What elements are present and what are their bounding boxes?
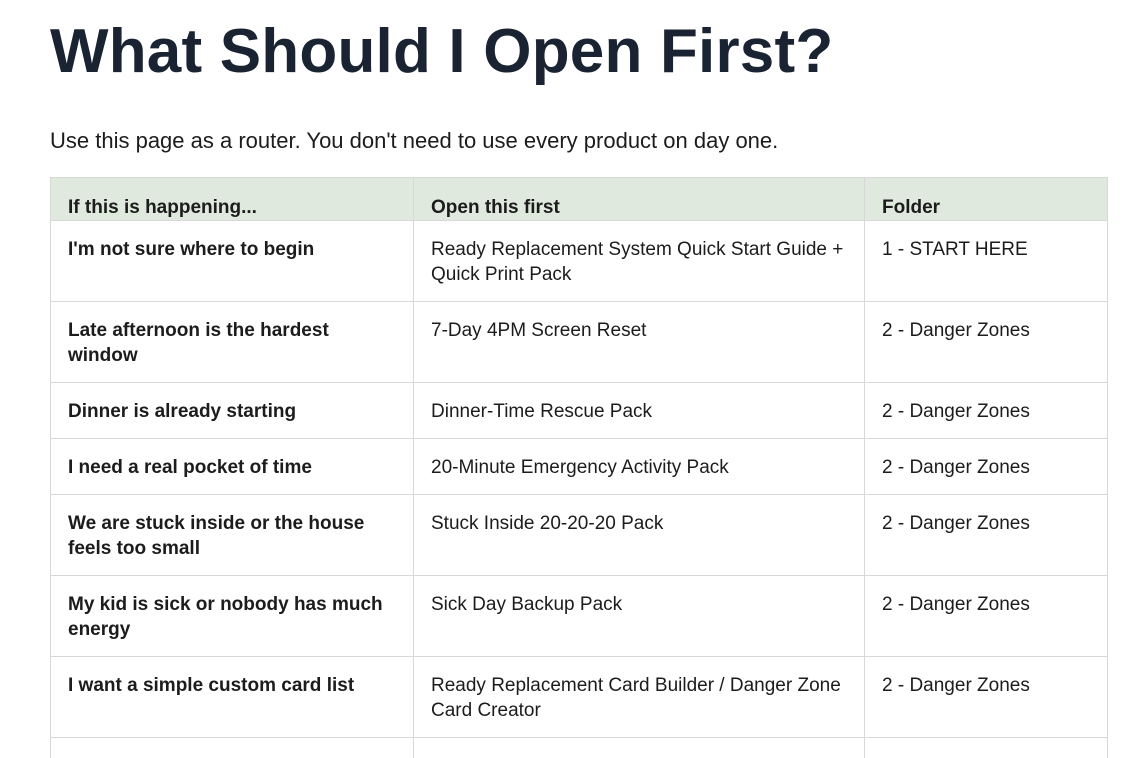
table-header-row: If this is happening... Open this first … <box>50 177 1108 221</box>
table-row: Late afternoon is the hardest window 7-D… <box>50 301 1108 383</box>
folder-cell: 2 - Danger Zones <box>864 438 1108 495</box>
open-first-cell: Ready Replacement System Quick Start Gui… <box>413 220 865 302</box>
header-folder: Folder <box>864 177 1108 221</box>
folder-cell: 1 - START HERE <box>864 220 1108 302</box>
page-title: What Should I Open First? <box>50 17 834 86</box>
open-first-cell: Sick Day Backup Pack <box>413 575 865 657</box>
situation-cell: I'm not sure where to begin <box>50 220 414 302</box>
open-first-cell <box>413 737 865 758</box>
open-first-cell: Dinner-Time Rescue Pack <box>413 382 865 439</box>
table-row: I want a simple custom card list Ready R… <box>50 656 1108 738</box>
situation-cell <box>50 737 414 758</box>
table-row: Dinner is already starting Dinner-Time R… <box>50 382 1108 439</box>
header-open-first: Open this first <box>413 177 865 221</box>
table-row: I'm not sure where to begin Ready Replac… <box>50 220 1108 302</box>
situation-cell: Late afternoon is the hardest window <box>50 301 414 383</box>
router-table: If this is happening... Open this first … <box>50 177 1108 758</box>
intro-text: Use this page as a router. You don't nee… <box>50 128 779 153</box>
folder-cell: 2 - Danger Zones <box>864 494 1108 576</box>
folder-cell: 2 - Danger Zones <box>864 382 1108 439</box>
situation-cell: My kid is sick or nobody has much energy <box>50 575 414 657</box>
table-row-partial <box>50 737 1108 758</box>
situation-cell: I want a simple custom card list <box>50 656 414 738</box>
situation-cell: I need a real pocket of time <box>50 438 414 495</box>
folder-cell: 2 - Danger Zones <box>864 301 1108 383</box>
situation-cell: Dinner is already starting <box>50 382 414 439</box>
folder-cell: 2 - Danger Zones <box>864 575 1108 657</box>
table-row: I need a real pocket of time 20-Minute E… <box>50 438 1108 495</box>
situation-cell: We are stuck inside or the house feels t… <box>50 494 414 576</box>
open-first-cell: 7-Day 4PM Screen Reset <box>413 301 865 383</box>
folder-cell: 2 - Danger Zones <box>864 656 1108 738</box>
folder-cell <box>864 737 1108 758</box>
open-first-cell: Ready Replacement Card Builder / Danger … <box>413 656 865 738</box>
document-page: What Should I Open First? Use this page … <box>0 0 1136 758</box>
header-situation: If this is happening... <box>50 177 414 221</box>
open-first-cell: Stuck Inside 20-20-20 Pack <box>413 494 865 576</box>
table-row: My kid is sick or nobody has much energy… <box>50 575 1108 657</box>
open-first-cell: 20-Minute Emergency Activity Pack <box>413 438 865 495</box>
table-row: We are stuck inside or the house feels t… <box>50 494 1108 576</box>
